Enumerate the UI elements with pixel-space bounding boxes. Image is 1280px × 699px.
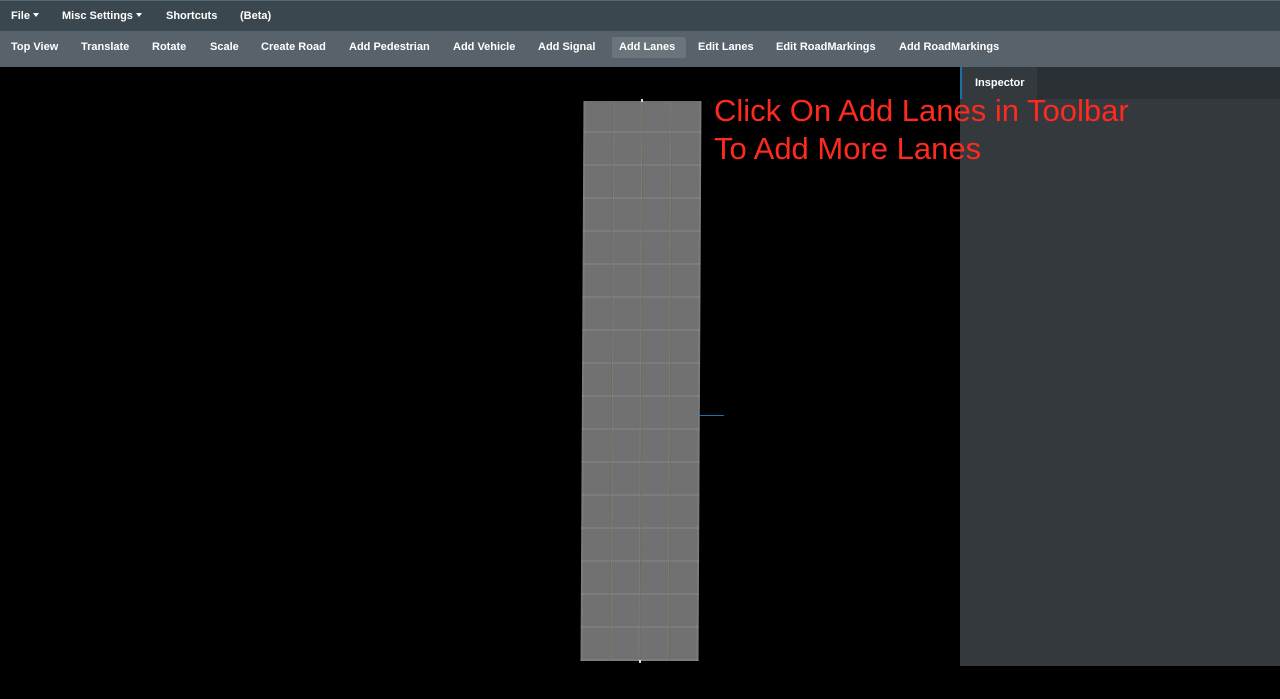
chevron-down-icon: [32, 13, 39, 17]
chevron-down-icon: [135, 13, 142, 17]
transform-gizmo-axis[interactable]: [699, 415, 724, 416]
menu-bar: File Misc Settings Shortcuts (Beta): [0, 0, 1280, 31]
tool-add-lanes[interactable]: Add Lanes: [612, 37, 686, 58]
tool-add-roadmarkings[interactable]: Add RoadMarkings: [892, 37, 1006, 58]
menu-shortcuts[interactable]: Shortcuts: [166, 1, 217, 32]
tool-edit-roadmarkings[interactable]: Edit RoadMarkings: [769, 37, 883, 58]
road-mesh[interactable]: [580, 101, 702, 661]
bottom-area: [0, 666, 1280, 699]
lane-divider: [668, 101, 673, 661]
lane-divider: [609, 101, 614, 661]
tool-scale[interactable]: Scale: [203, 37, 246, 58]
menu-misc-settings[interactable]: Misc Settings: [62, 1, 142, 32]
road-endpoint-marker: [639, 660, 641, 663]
tool-add-vehicle[interactable]: Add Vehicle: [446, 37, 522, 58]
instruction-overlay: Click On Add Lanes in Toolbar To Add Mor…: [714, 92, 1129, 168]
tool-add-signal[interactable]: Add Signal: [531, 37, 602, 58]
tool-translate[interactable]: Translate: [74, 37, 136, 58]
road-endpoint-marker: [641, 99, 643, 102]
menu-misc-settings-label: Misc Settings: [62, 10, 133, 22]
menu-beta[interactable]: (Beta): [240, 1, 271, 32]
tool-edit-lanes[interactable]: Edit Lanes: [691, 37, 761, 58]
menu-file[interactable]: File: [11, 1, 39, 32]
menu-file-label: File: [11, 10, 30, 22]
instruction-line-1: Click On Add Lanes in Toolbar: [714, 93, 1129, 128]
tool-add-pedestrian[interactable]: Add Pedestrian: [342, 37, 437, 58]
tool-top-view[interactable]: Top View: [4, 37, 65, 58]
menu-shortcuts-label: Shortcuts: [166, 10, 218, 22]
toolbar: Top View Translate Rotate Scale Create R…: [0, 31, 1280, 67]
lane-divider: [639, 101, 644, 661]
instruction-line-2: To Add More Lanes: [714, 131, 982, 166]
tool-rotate[interactable]: Rotate: [145, 37, 193, 58]
menu-beta-label: (Beta): [240, 10, 272, 22]
tool-create-road[interactable]: Create Road: [254, 37, 333, 58]
